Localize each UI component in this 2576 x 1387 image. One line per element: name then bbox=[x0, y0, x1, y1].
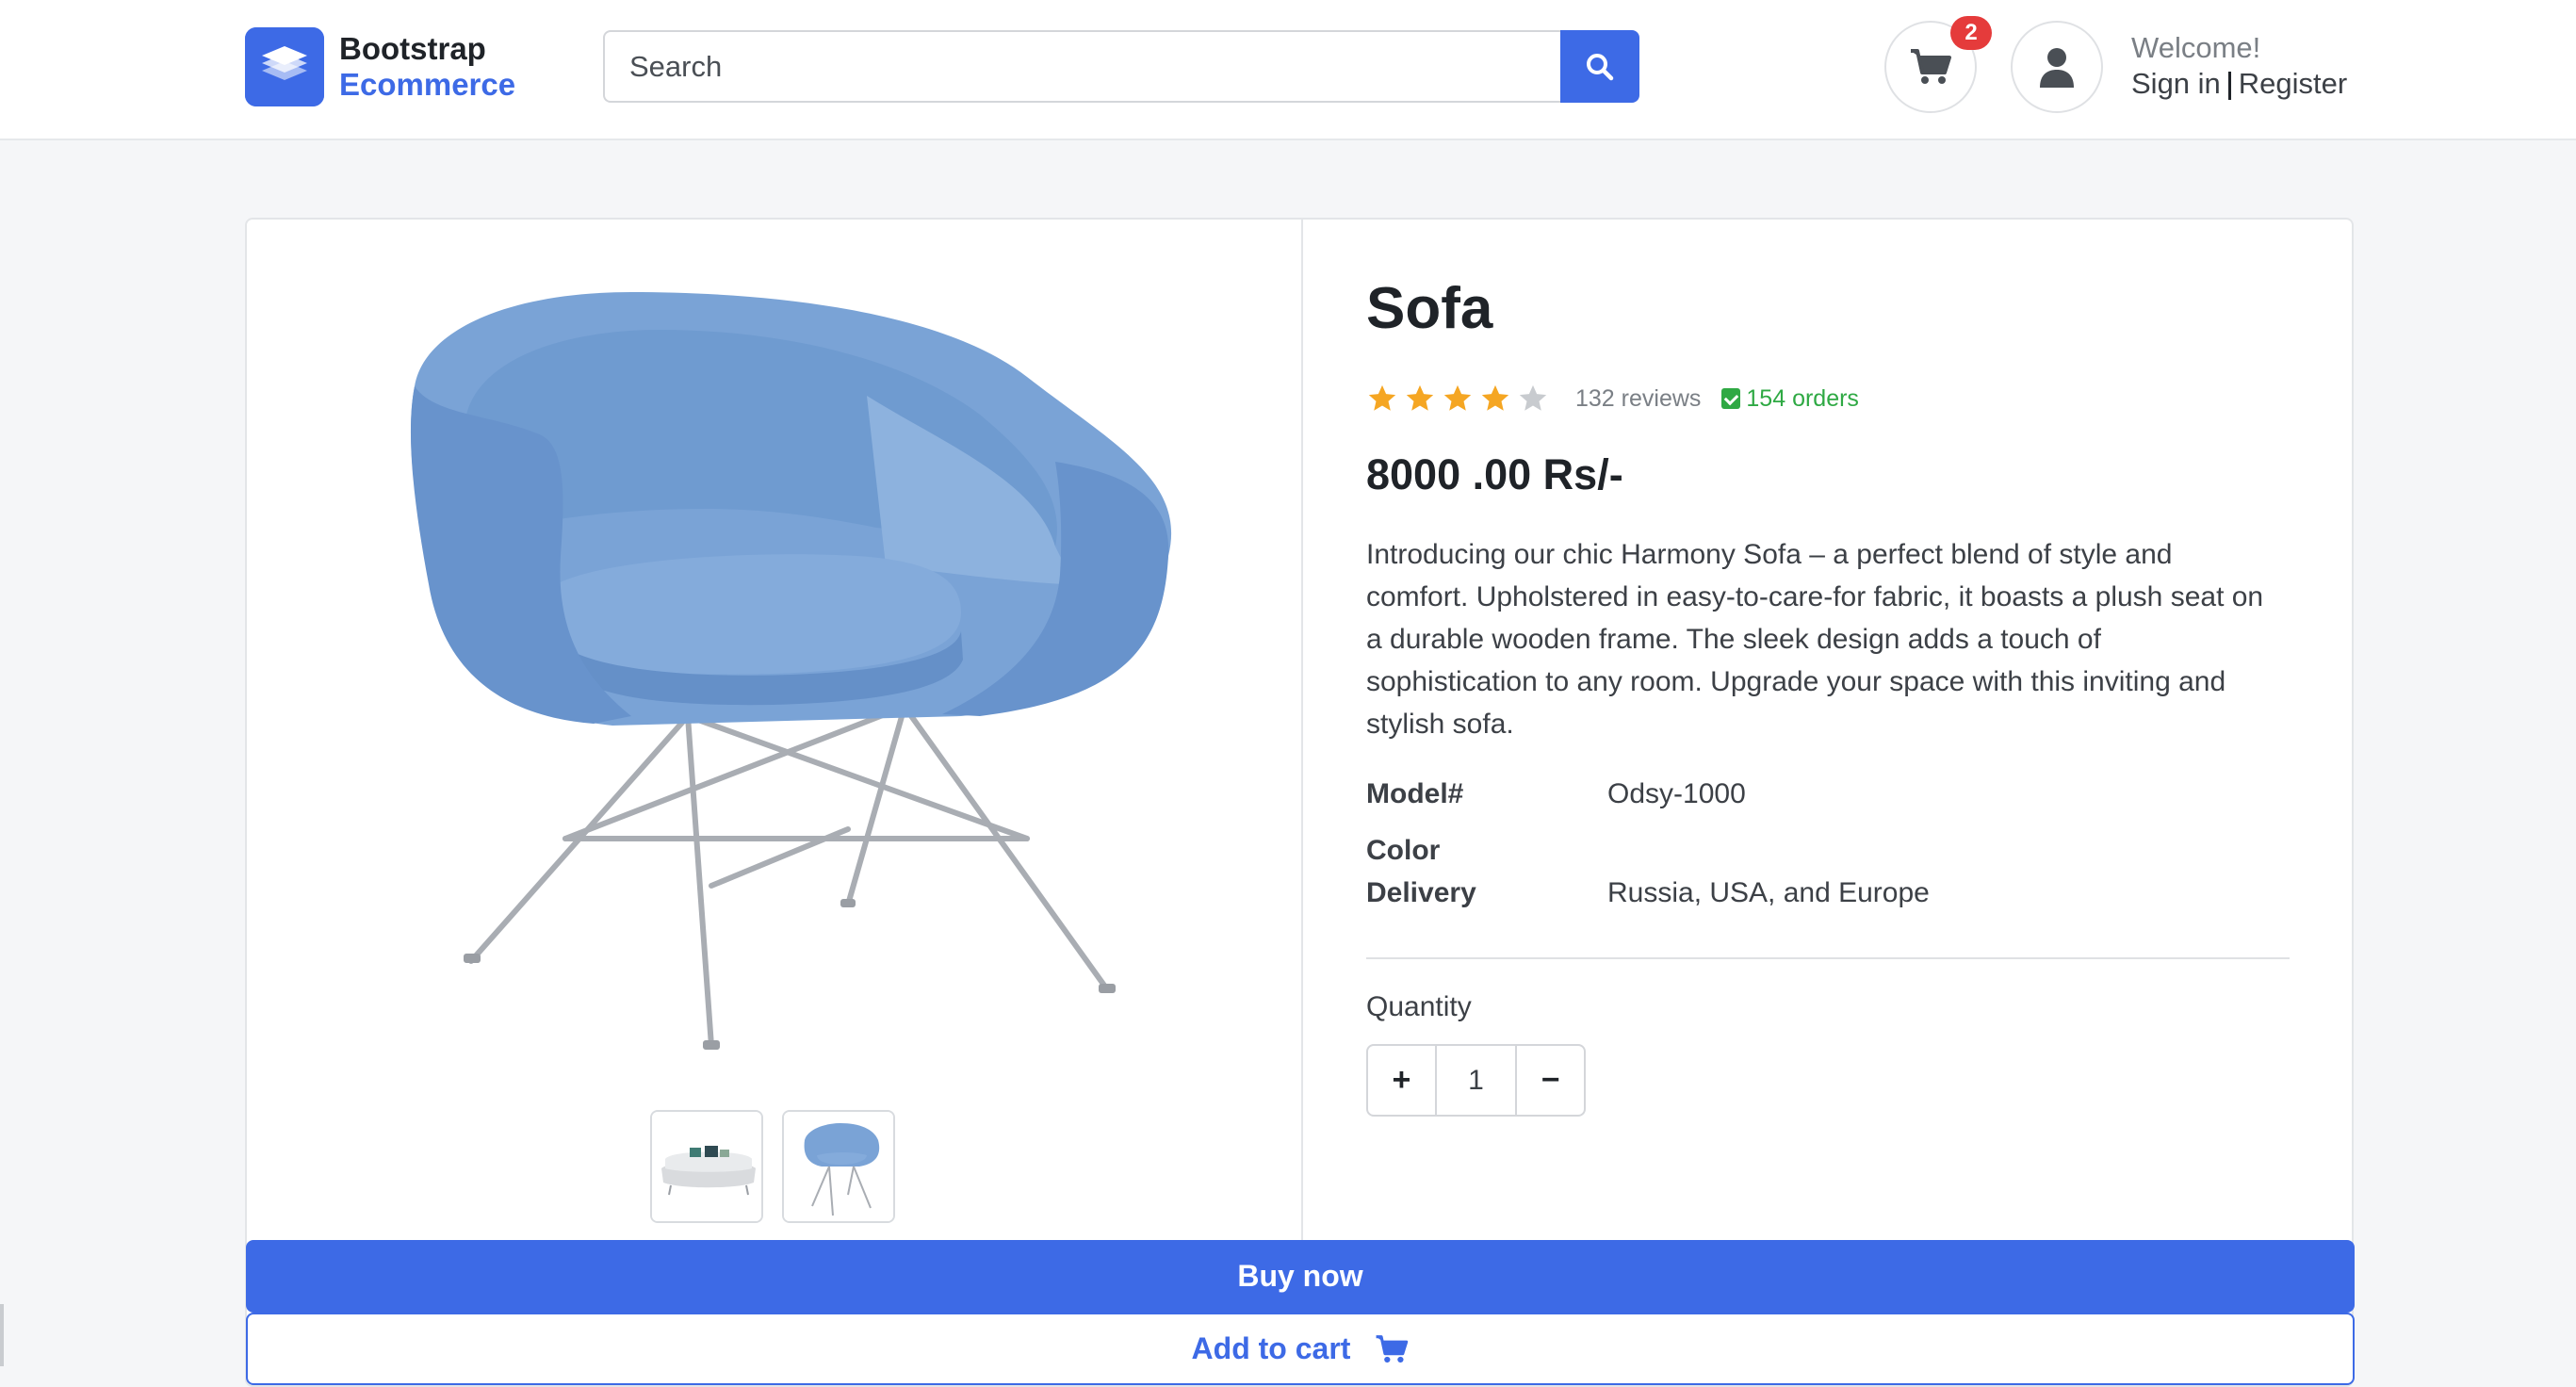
quantity-label: Quantity bbox=[1366, 991, 1472, 1022]
scroll-edge bbox=[0, 1304, 4, 1366]
quantity-value[interactable]: 1 bbox=[1434, 1046, 1518, 1115]
add-to-cart-button[interactable]: Add to cart bbox=[246, 1313, 2355, 1385]
cart-count-badge: 2 bbox=[1950, 16, 1992, 50]
buy-now-button[interactable]: Buy now bbox=[246, 1240, 2355, 1313]
star-icon bbox=[1368, 384, 1396, 411]
section-divider bbox=[1366, 957, 2290, 959]
card-divider bbox=[1301, 220, 1303, 1240]
cart-icon bbox=[1377, 1334, 1409, 1363]
spec-label-color: Color bbox=[1366, 835, 1441, 866]
rating-row: 132 reviews 154 orders bbox=[1366, 383, 1859, 415]
search-bar bbox=[603, 30, 1639, 103]
star-icon bbox=[1406, 384, 1434, 411]
layers-icon bbox=[245, 27, 324, 106]
star-icon bbox=[1481, 384, 1509, 411]
product-description: Introducing our chic Harmony Sofa – a pe… bbox=[1366, 539, 2264, 740]
user-button[interactable] bbox=[2011, 21, 2103, 113]
cart-icon bbox=[1911, 49, 1951, 84]
star-empty-icon bbox=[1519, 384, 1547, 411]
spec-label-delivery: Delivery bbox=[1366, 877, 1476, 908]
buy-now-label: Buy now bbox=[1237, 1259, 1363, 1293]
user-icon bbox=[2040, 48, 2074, 88]
brand-name: Bootstrap bbox=[339, 31, 486, 67]
check-icon bbox=[1721, 388, 1741, 409]
site-header: Bootstrap Ecommerce 2 Welcome! Sign in Re… bbox=[0, 0, 2576, 140]
thumbnail-1[interactable] bbox=[650, 1110, 763, 1223]
thumbnail-2[interactable] bbox=[782, 1110, 895, 1223]
product-price: 8000 .00 Rs/- bbox=[1366, 450, 1623, 498]
quantity-decrease-button[interactable]: − bbox=[1517, 1046, 1584, 1115]
register-link[interactable]: Register bbox=[2239, 67, 2347, 100]
welcome-greeting: Welcome! bbox=[2131, 31, 2261, 64]
search-input[interactable] bbox=[603, 30, 1560, 103]
order-count: 154 orders bbox=[1721, 385, 1859, 413]
spec-label-model: Model# bbox=[1366, 778, 1464, 809]
star-icon bbox=[1443, 384, 1472, 411]
welcome-block: Welcome! Sign in Register bbox=[2131, 30, 2347, 102]
brand-subname: Ecommerce bbox=[339, 67, 516, 102]
quantity-stepper: + 1 − bbox=[1366, 1044, 1586, 1117]
spec-value-delivery: Russia, USA, and Europe bbox=[1607, 877, 1930, 908]
separator bbox=[2227, 71, 2231, 100]
review-count: 132 reviews bbox=[1575, 384, 1702, 412]
add-to-cart-label: Add to cart bbox=[1191, 1331, 1351, 1365]
quantity-increase-button[interactable]: + bbox=[1368, 1046, 1435, 1115]
search-button[interactable] bbox=[1560, 30, 1639, 103]
search-icon bbox=[1587, 53, 1614, 80]
product-main-image[interactable] bbox=[377, 273, 1187, 1074]
order-count-label: 154 orders bbox=[1746, 384, 1859, 412]
brand-logo-link[interactable]: Bootstrap Ecommerce bbox=[245, 27, 515, 106]
product-title: Sofa bbox=[1366, 276, 1493, 341]
spec-value-model: Odsy-1000 bbox=[1607, 778, 1746, 809]
sign-in-link[interactable]: Sign in bbox=[2131, 67, 2221, 100]
